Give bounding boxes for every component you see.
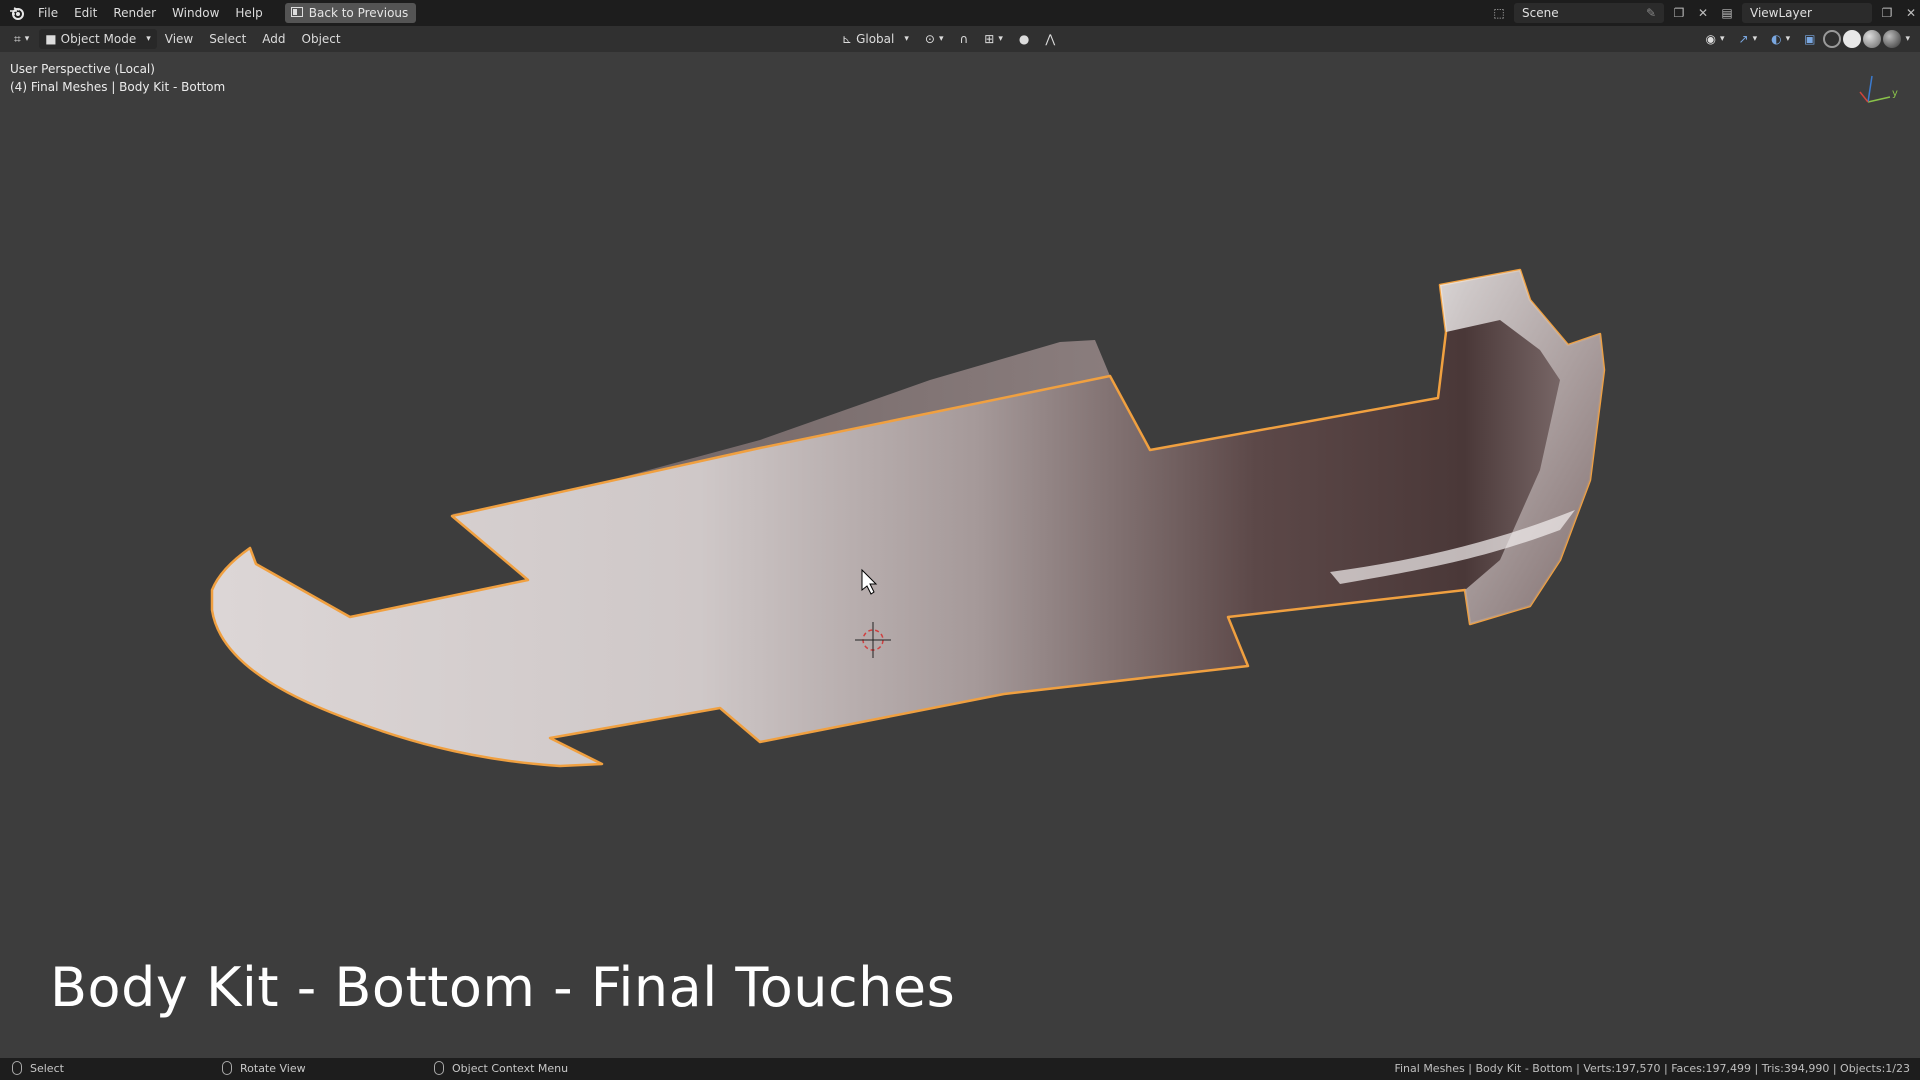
blender-logo-icon[interactable] bbox=[4, 0, 30, 26]
back-to-previous-label: Back to Previous bbox=[308, 6, 409, 20]
chevron-down-icon[interactable]: ▾ bbox=[1905, 34, 1910, 44]
mouse-middle-icon bbox=[222, 1061, 232, 1075]
scene-statistics: Final Meshes | Body Kit - Bottom | Verts… bbox=[1394, 1062, 1910, 1075]
viewport-menu-object[interactable]: Object bbox=[294, 26, 349, 52]
status-rotate: Rotate View bbox=[222, 1061, 306, 1075]
chevron-down-icon: ▾ bbox=[1785, 34, 1791, 44]
menu-window[interactable]: Window bbox=[164, 0, 227, 26]
status-bar: Select Rotate View Object Context Menu F… bbox=[0, 1058, 1920, 1080]
status-context: Object Context Menu bbox=[434, 1061, 568, 1075]
snap-increment-icon: ⊞ bbox=[984, 32, 995, 46]
pin-icon[interactable]: ✎ bbox=[1646, 6, 1656, 20]
orientation-label: Global bbox=[856, 32, 895, 46]
proportional-edit-toggle[interactable]: ● bbox=[1013, 29, 1035, 49]
pivot-icon: ⊙ bbox=[924, 32, 935, 46]
body-kit-bottom-mesh[interactable] bbox=[0, 52, 1920, 1058]
video-caption: Body Kit - Bottom - Final Touches bbox=[50, 956, 956, 1019]
chevron-down-icon: ▾ bbox=[1752, 34, 1758, 44]
new-scene-icon[interactable]: ❐ bbox=[1670, 4, 1688, 22]
wireframe-shading-icon[interactable] bbox=[1823, 30, 1842, 48]
gizmo-icon: ↗ bbox=[1738, 32, 1749, 46]
overlay-icon: ◐ bbox=[1771, 32, 1782, 46]
chevron-down-icon: ▾ bbox=[24, 34, 30, 44]
rendered-shading-icon[interactable] bbox=[1883, 30, 1902, 48]
viewlayer-label: ViewLayer bbox=[1750, 6, 1812, 20]
menu-render[interactable]: Render bbox=[105, 0, 164, 26]
top-right-controls: ⬚ Scene ✎ ❐ ✕ ▤ ViewLayer ❐ ✕ bbox=[1490, 0, 1920, 26]
scene-label: Scene bbox=[1522, 6, 1559, 20]
viewport-header: ⌗ ▾ ■ Object Mode ▾ View Select Add Objec… bbox=[0, 26, 1920, 52]
object-mode-icon: ■ bbox=[45, 32, 57, 46]
viewlayer-selector-icon[interactable]: ▤ bbox=[1718, 4, 1736, 22]
solid-shading-icon[interactable] bbox=[1843, 30, 1862, 48]
mouse-right-icon bbox=[434, 1061, 444, 1075]
menu-edit[interactable]: Edit bbox=[66, 0, 105, 26]
viewport-menu-select[interactable]: Select bbox=[201, 26, 254, 52]
snap-target-dropdown[interactable]: ⊞ ▾ bbox=[978, 29, 1009, 49]
xray-toggle[interactable]: ▣ bbox=[1798, 29, 1821, 49]
overlay-toggle[interactable]: ◐ ▾ bbox=[1765, 29, 1796, 49]
status-select: Select bbox=[12, 1061, 64, 1075]
chevron-down-icon: ▾ bbox=[146, 34, 151, 44]
falloff-icon: ⋀ bbox=[1045, 32, 1056, 46]
chevron-down-icon: ▾ bbox=[1719, 34, 1725, 44]
delete-scene-icon[interactable]: ✕ bbox=[1694, 4, 1712, 22]
new-viewlayer-icon[interactable]: ❐ bbox=[1878, 4, 1896, 22]
back-to-previous-button[interactable]: Back to Previous bbox=[284, 3, 417, 23]
screen-icon bbox=[290, 3, 303, 23]
orientation-icon: ⊾ bbox=[842, 32, 853, 46]
mode-label: Object Mode bbox=[60, 32, 137, 46]
viewlayer-field[interactable]: ViewLayer bbox=[1742, 3, 1872, 23]
viewport-menu-add[interactable]: Add bbox=[254, 26, 293, 52]
editor-type-icon: ⌗ bbox=[14, 31, 21, 46]
snap-toggle[interactable]: ∩ bbox=[953, 29, 974, 49]
pivot-point-dropdown[interactable]: ⊙ ▾ bbox=[919, 29, 950, 49]
mouse-left-icon bbox=[12, 1061, 22, 1075]
chevron-down-icon: ▾ bbox=[904, 34, 909, 44]
magnet-icon: ∩ bbox=[959, 32, 969, 46]
3d-viewport[interactable]: User Perspective (Local) (4) Final Meshe… bbox=[0, 52, 1920, 1058]
menu-help[interactable]: Help bbox=[227, 0, 270, 26]
menu-file[interactable]: File bbox=[30, 0, 66, 26]
mode-dropdown[interactable]: ■ Object Mode ▾ bbox=[39, 29, 157, 49]
proportional-icon: ● bbox=[1018, 32, 1030, 46]
gizmo-toggle[interactable]: ↗ ▾ bbox=[1733, 29, 1764, 49]
chevron-down-icon: ▾ bbox=[938, 34, 944, 44]
delete-viewlayer-icon[interactable]: ✕ bbox=[1902, 4, 1920, 22]
scene-selector-icon[interactable]: ⬚ bbox=[1490, 4, 1508, 22]
chevron-down-icon: ▾ bbox=[998, 34, 1003, 44]
status-context-label: Object Context Menu bbox=[452, 1061, 569, 1075]
viewport-display-controls: ◉ ▾ ↗ ▾ ◐ ▾ ▣ ▾ bbox=[1700, 29, 1910, 49]
eye-icon: ◉ bbox=[1705, 32, 1716, 46]
scene-field[interactable]: Scene ✎ bbox=[1514, 3, 1664, 23]
editor-type-dropdown[interactable]: ⌗ ▾ bbox=[8, 29, 35, 49]
status-rotate-label: Rotate View bbox=[240, 1061, 306, 1075]
transform-orientation-dropdown[interactable]: ⊾ Global ▾ bbox=[836, 29, 915, 49]
transform-tools: ⊾ Global ▾ ⊙ ▾ ∩ ⊞ ▾ ● ⋀ bbox=[836, 29, 1061, 49]
top-menu-bar: File Edit Render Window Help Back to Pre… bbox=[0, 0, 1920, 26]
mesh-main-body bbox=[210, 268, 1606, 768]
visibility-dropdown[interactable]: ◉ ▾ bbox=[1700, 29, 1731, 49]
material-shading-icon[interactable] bbox=[1863, 30, 1882, 48]
status-select-label: Select bbox=[30, 1061, 64, 1075]
viewport-menu-view[interactable]: View bbox=[157, 26, 201, 52]
xray-icon: ▣ bbox=[1804, 32, 1816, 46]
falloff-dropdown[interactable]: ⋀ bbox=[1039, 29, 1061, 49]
